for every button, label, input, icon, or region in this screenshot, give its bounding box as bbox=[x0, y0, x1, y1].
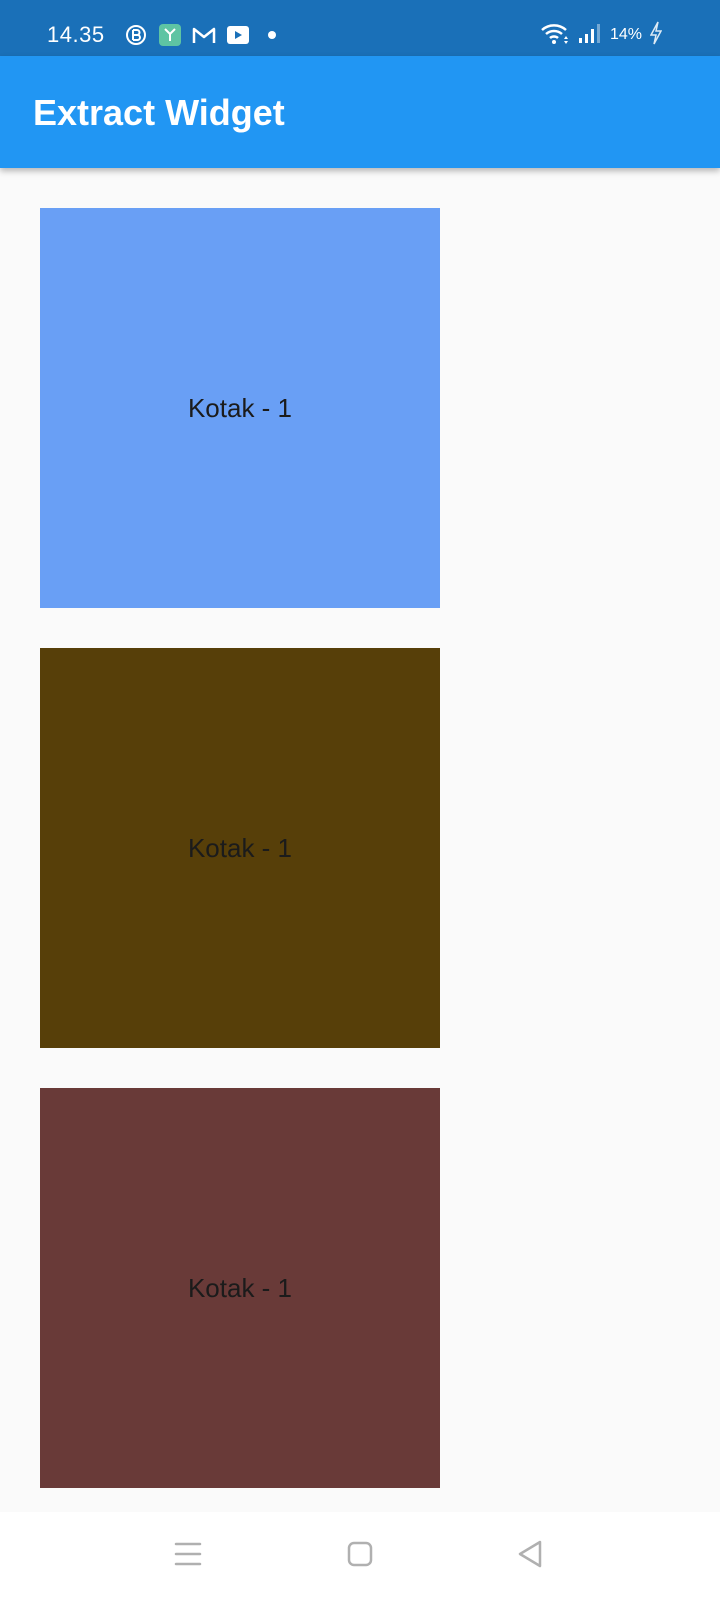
youtube-icon bbox=[226, 23, 250, 47]
b-app-icon bbox=[124, 23, 148, 47]
signal-icon bbox=[578, 22, 602, 49]
battery-level: 14% bbox=[609, 26, 642, 43]
box-label: Kotak - 1 bbox=[187, 832, 293, 863]
box-label: Kotak - 1 bbox=[187, 1272, 293, 1303]
home-button[interactable] bbox=[336, 1532, 384, 1580]
app-bar: Extract Widget bbox=[0, 56, 720, 168]
box-label: Kotak - 1 bbox=[187, 392, 293, 423]
navigation-bar bbox=[0, 1512, 720, 1600]
gmail-icon bbox=[192, 23, 216, 47]
notification-icons bbox=[124, 22, 284, 48]
back-icon bbox=[517, 1540, 543, 1573]
box-3: Kotak - 1 bbox=[40, 1088, 440, 1488]
status-time: 14.35 bbox=[47, 22, 105, 47]
system-icons: 14% bbox=[540, 21, 663, 50]
status-bar: 14.35 14% bbox=[0, 0, 720, 56]
box-1: Kotak - 1 bbox=[40, 208, 440, 608]
recent-apps-button[interactable] bbox=[164, 1532, 212, 1580]
back-button[interactable] bbox=[506, 1532, 554, 1580]
charging-icon bbox=[649, 21, 663, 50]
box-app-icon bbox=[158, 23, 182, 47]
page-title: Extract Widget bbox=[33, 92, 285, 133]
home-icon bbox=[347, 1541, 373, 1572]
wifi-icon bbox=[540, 22, 570, 49]
dot-icon bbox=[260, 23, 284, 47]
box-2: Kotak - 1 bbox=[40, 648, 440, 1048]
menu-icon bbox=[174, 1541, 202, 1572]
